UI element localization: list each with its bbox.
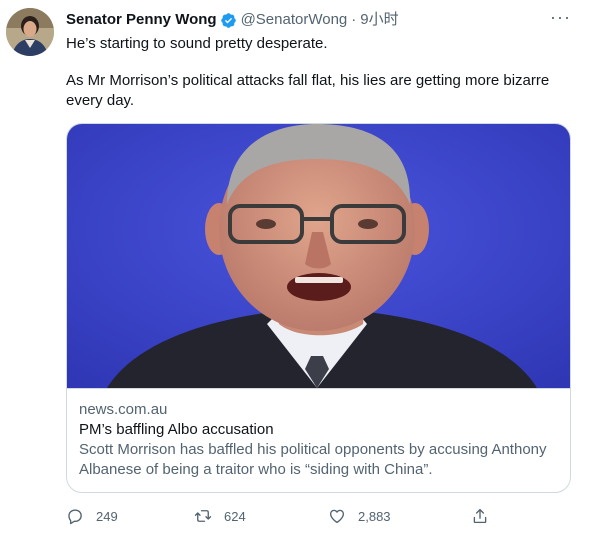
author-name[interactable]: Senator Penny Wong [66, 10, 217, 30]
author-handle[interactable]: @SenatorWong [241, 10, 348, 30]
like-icon [329, 509, 345, 524]
share-button[interactable] [471, 504, 489, 528]
reply-icon [68, 509, 82, 525]
reply-count: 249 [96, 508, 118, 524]
tweet: Senator Penny Wong @SenatorWong · 9小时 ··… [0, 0, 589, 542]
tweet-header: Senator Penny Wong @SenatorWong · 9小时 [66, 10, 549, 30]
header-separator: · [351, 11, 357, 28]
tweet-text-line-1: He’s starting to sound pretty desperate. [66, 35, 328, 52]
link-card-info: news.com.au PM’s baffling Albo accusatio… [67, 388, 570, 492]
verified-badge-icon [220, 12, 236, 28]
retweet-icon [194, 510, 212, 522]
reply-button[interactable]: 249 [66, 504, 118, 528]
avatar[interactable] [6, 8, 54, 56]
retweet-count: 624 [224, 508, 246, 524]
retweet-button[interactable]: 624 [194, 504, 246, 528]
share-icon [473, 508, 487, 524]
link-card-domain: news.com.au [79, 401, 168, 418]
like-button[interactable]: 2,883 [328, 504, 391, 528]
tweet-timestamp[interactable]: 9小时 [360, 10, 398, 30]
link-card-description: Scott Morrison has baffled his political… [79, 441, 547, 478]
tweet-actions: 249 624 2,883 [66, 504, 506, 528]
like-count: 2,883 [358, 508, 391, 524]
tweet-text-line-2: As Mr Morrison’s political attacks fall … [66, 72, 550, 109]
more-options-icon[interactable]: ··· [550, 8, 571, 26]
link-card-title: PM’s baffling Albo accusation [79, 421, 274, 438]
avatar-photo [6, 8, 54, 56]
link-card[interactable]: news.com.au PM’s baffling Albo accusatio… [66, 123, 571, 493]
link-card-image [67, 124, 570, 388]
